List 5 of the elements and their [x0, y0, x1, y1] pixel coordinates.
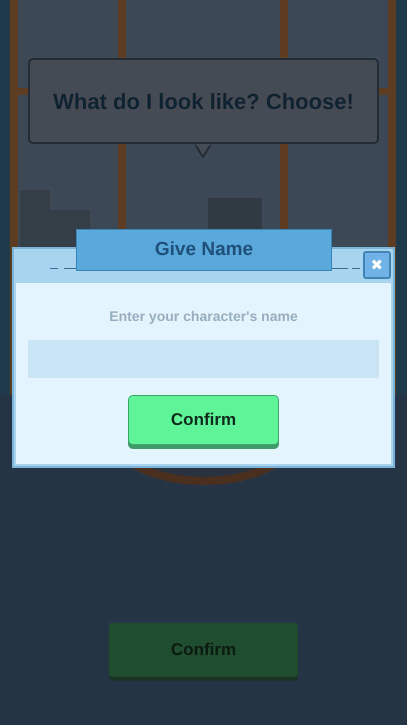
dialog-title: Give Name	[76, 229, 332, 271]
name-field[interactable]	[28, 340, 379, 378]
close-button[interactable]: ✖	[363, 251, 391, 279]
bubble-tail	[195, 144, 211, 158]
prompt-text: Enter your character's name	[109, 307, 298, 326]
